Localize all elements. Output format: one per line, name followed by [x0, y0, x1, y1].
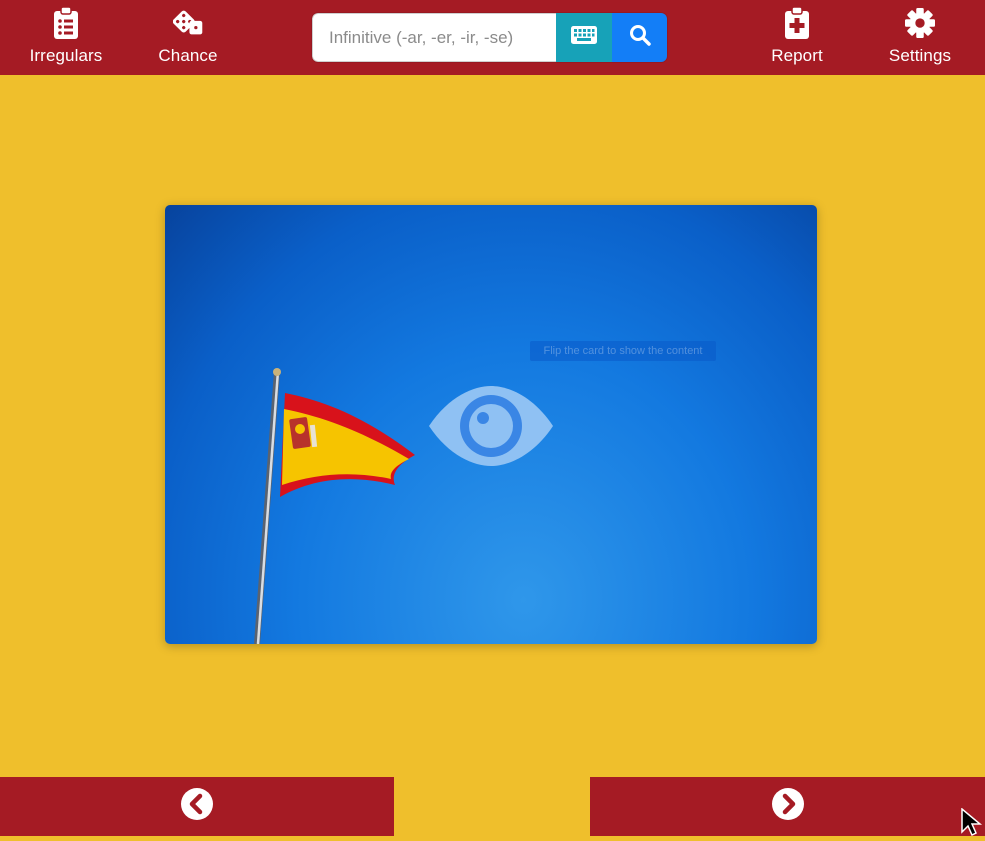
flip-card-tooltip: Flip the card to show the content: [530, 341, 716, 361]
chance-nav-button[interactable]: Chance: [133, 6, 243, 70]
dice-icon: [173, 6, 203, 40]
keyboard-button[interactable]: [556, 13, 612, 62]
search-icon: [629, 24, 651, 51]
eye-icon[interactable]: [429, 386, 553, 466]
search-button[interactable]: [612, 13, 667, 62]
irregulars-nav-button[interactable]: Irregulars: [11, 6, 121, 70]
previous-card-button[interactable]: [0, 777, 394, 836]
mouse-pointer-icon: [960, 807, 984, 837]
irregulars-label: Irregulars: [29, 46, 103, 65]
settings-label: Settings: [888, 46, 952, 65]
report-label: Report: [771, 46, 823, 65]
chevron-circle-left-icon: [180, 787, 214, 826]
flashcard[interactable]: Flip the card to show the content: [165, 205, 817, 644]
report-nav-button[interactable]: Report: [742, 6, 852, 70]
clipboard-medical-icon: [782, 6, 812, 40]
infinitive-search-input[interactable]: [312, 13, 556, 62]
search-bar: [312, 13, 667, 62]
top-navbar: Irregulars Chance Infinitive (-ar, -er, …: [0, 0, 985, 75]
chance-label: Chance: [158, 46, 218, 65]
clipboard-list-icon: [51, 6, 81, 40]
keyboard-icon: [571, 26, 597, 49]
settings-nav-button[interactable]: Settings: [865, 6, 975, 70]
chevron-circle-right-icon: [771, 787, 805, 826]
next-card-button[interactable]: [590, 777, 985, 836]
gear-icon: [905, 6, 935, 40]
